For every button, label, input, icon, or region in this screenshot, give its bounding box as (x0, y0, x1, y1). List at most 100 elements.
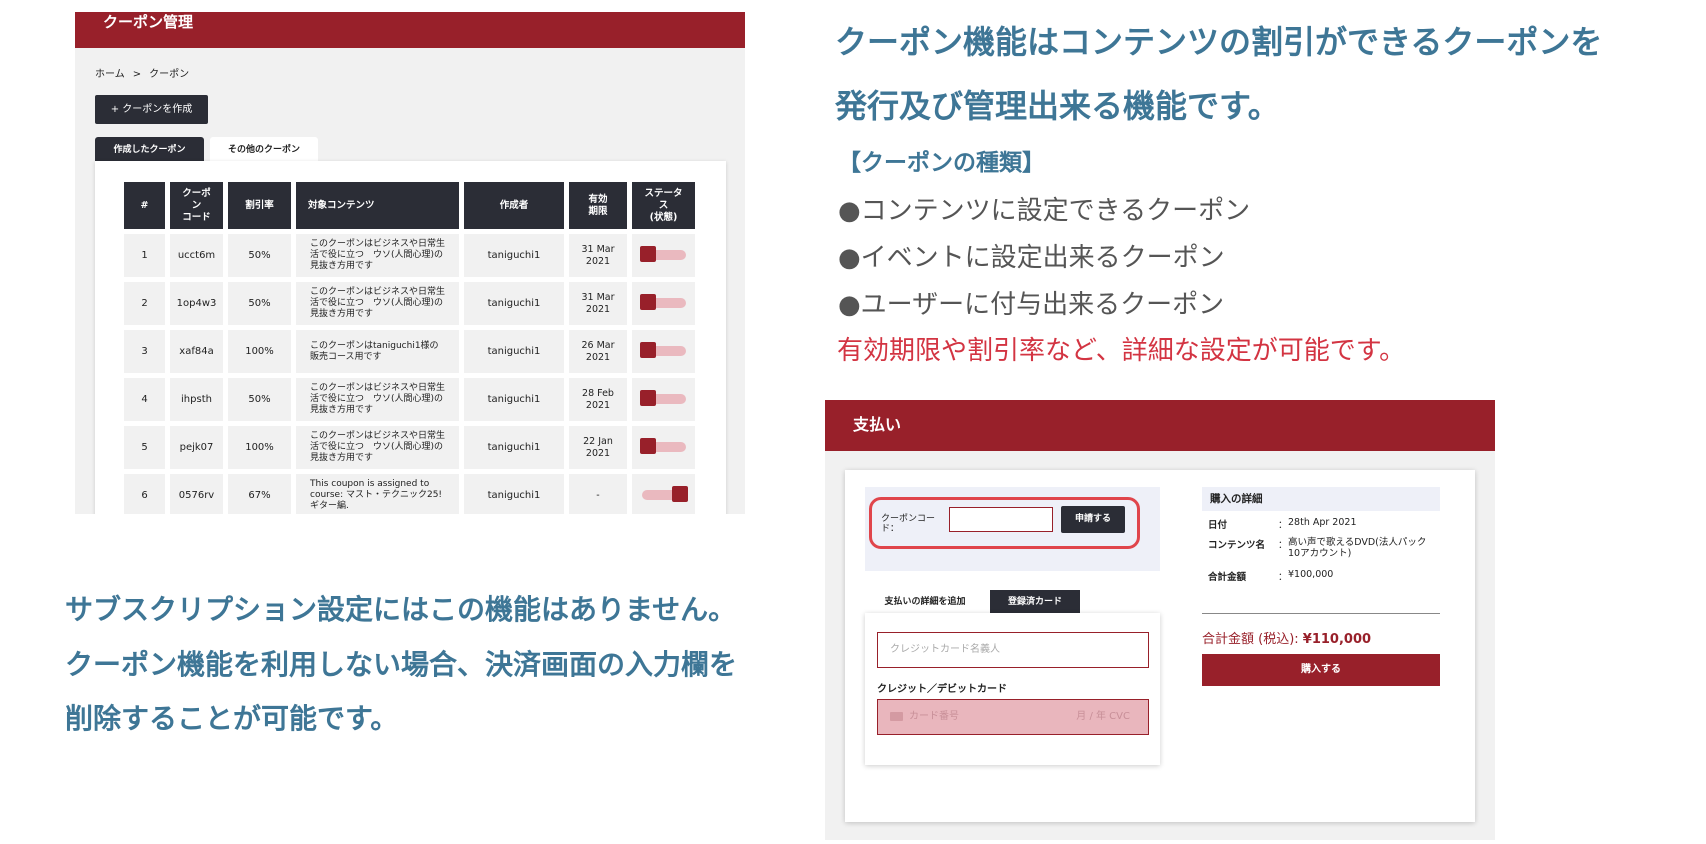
cell-author: taniguchi1 (464, 426, 564, 469)
table-row: 3 xaf84a 100% このクーポンはtaniguchi1様の販売コース用です ta… (124, 330, 695, 373)
coupon-admin-panel: クーポン管理 ホーム > クーポン + クーポンを作成 作成したクーポン その他のク… (75, 12, 745, 514)
toggle-knob (639, 246, 656, 262)
card-number-input[interactable]: カード番号 月 / 年 CVC (877, 699, 1149, 735)
tab-other-coupons[interactable]: その他のクーポン (210, 137, 318, 163)
cell-deadline: 31 Mar 2021 (569, 282, 627, 325)
subscription-note-line: クーポン機能を利用しない場合、決済画面の入力欄を (65, 648, 738, 681)
cell-author: taniguchi1 (464, 378, 564, 421)
cell-author: taniguchi1 (464, 282, 564, 325)
total-label: 合計金額 (1208, 572, 1247, 583)
cell-coupon-code: ihpsth (170, 378, 223, 421)
settings-note: 有効期限や割引率など、詳細な設定が可能です。 (837, 336, 1406, 366)
colon: ： (1278, 572, 1288, 583)
status-toggle[interactable] (639, 342, 686, 358)
date-label: 日付 (1208, 520, 1228, 531)
payment-form: クレジットカード名義人 クレジット／デビットカード カード番号 月 / 年 CV… (865, 613, 1160, 765)
col-header-status: ステータ ス (状態) (632, 182, 695, 229)
toggle-knob (639, 342, 656, 358)
cell-coupon-code: 0576rv (170, 474, 223, 514)
coupon-code-label: クーポンコード： (881, 514, 936, 534)
cell-number: 1 (124, 234, 165, 277)
detail-row-total: 合計金額 ： ¥100,000 (1202, 569, 1440, 583)
cell-coupon-code: ucct6m (170, 234, 223, 277)
content-name-value: 高い声で歌えるDVD(法人パック10アカウント) (1288, 537, 1427, 559)
table-row: 6 0576rv 67% This coupon is assigned to cou… (124, 474, 695, 514)
coupon-code-input[interactable] (949, 507, 1053, 532)
cardholder-name-input[interactable]: クレジットカード名義人 (877, 632, 1149, 668)
card-number-placeholder: カード番号 (909, 711, 959, 722)
status-toggle[interactable] (639, 390, 686, 406)
status-toggle[interactable] (639, 438, 686, 454)
create-coupon-button[interactable]: + クーポンを作成 (95, 95, 208, 124)
cell-target-content: このクーポンはビジネスや日常生活で役に立つ ウソ(人間心理)の見抜き方用です (296, 426, 459, 469)
total-with-tax: 合計金額 (税込): ¥110,000 (1202, 613, 1440, 660)
status-toggle[interactable] (639, 294, 686, 310)
breadcrumb-home[interactable]: ホーム (95, 69, 125, 80)
cell-deadline: - (569, 474, 627, 514)
status-toggle[interactable] (639, 246, 686, 262)
cell-number: 6 (124, 474, 165, 514)
headline-line-1: クーポン機能はコンテンツの割引ができるクーポンを (835, 23, 1603, 61)
purchase-button[interactable]: 購入する (1202, 654, 1440, 686)
col-header-content: 対象コンテンツ (296, 182, 459, 229)
toggle-knob (671, 486, 688, 502)
cell-target-content: This coupon is assigned to course: マスト・テ… (296, 474, 459, 514)
cell-status (632, 330, 695, 373)
table-row: 4 ihpsth 50% このクーポンはビジネスや日常生活で役に立つ ウソ(人間心理)… (124, 378, 695, 421)
subscription-note-line: 削除することが可能です。 (65, 702, 399, 735)
cell-coupon-code: pejk07 (170, 426, 223, 469)
cell-deadline: 28 Feb 2021 (569, 378, 627, 421)
coupon-type-item: ●イベントに設定出来るクーポン (838, 243, 1225, 273)
status-toggle[interactable] (641, 486, 688, 502)
cell-discount-rate: 67% (228, 474, 291, 514)
toggle-knob (639, 294, 656, 310)
colon: ： (1278, 540, 1288, 551)
payment-title: 支払い (825, 400, 1495, 451)
cell-status (632, 474, 695, 514)
col-header-author: 作成者 (464, 182, 564, 229)
total-value: ¥100,000 (1288, 569, 1334, 580)
breadcrumb-current: クーポン (149, 69, 190, 80)
colon: ： (1278, 520, 1288, 531)
cell-author: taniguchi1 (464, 474, 564, 514)
breadcrumb: ホーム > クーポン (95, 65, 189, 80)
total-tax-label: 合計金額 (税込): (1202, 632, 1299, 647)
coupon-table: # クーポ ン コード 割引率 対象コンテンツ 作成者 有効 期限 ステータ ス… (119, 177, 700, 514)
purchase-details: 購入の詳細 日付 ： 28th Apr 2021 コンテンツ名 ： 高い声で歌え… (1202, 487, 1440, 660)
cell-status (632, 282, 695, 325)
detail-row-content: コンテンツ名 ： 高い声で歌えるDVD(法人パック10アカウント) (1202, 537, 1440, 563)
toggle-knob (639, 438, 656, 454)
cell-discount-rate: 100% (228, 426, 291, 469)
tab-created-coupons[interactable]: 作成したクーポン (95, 137, 204, 163)
breadcrumb-separator: > (132, 69, 142, 80)
col-header-number: # (124, 182, 165, 229)
subscription-note-line: サブスクリプション設定にはこの機能はありません。 (65, 593, 737, 626)
col-header-code: クーポ ン コード (170, 182, 223, 229)
tab-add-payment-details[interactable]: 支払いの詳細を追加 (865, 590, 985, 614)
card-label: クレジット／デビットカード (877, 684, 1007, 695)
cell-discount-rate: 100% (228, 330, 291, 373)
cell-discount-rate: 50% (228, 282, 291, 325)
tab-saved-cards[interactable]: 登録済カード (990, 590, 1080, 614)
credit-card-icon (890, 711, 903, 721)
apply-coupon-button[interactable]: 申請する (1061, 506, 1125, 533)
payment-card: クーポンコード： 申請する 支払いの詳細を追加 登録済カード クレジットカード名… (845, 470, 1475, 822)
cell-target-content: このクーポンはビジネスや日常生活で役に立つ ウソ(人間心理)の見抜き方用です (296, 282, 459, 325)
cell-discount-rate: 50% (228, 378, 291, 421)
coupon-code-area: クーポンコード： 申請する (865, 487, 1160, 571)
cell-author: taniguchi1 (464, 234, 564, 277)
cell-status (632, 426, 695, 469)
coupon-types-title: 【クーポンの種類】 (838, 150, 1045, 176)
cell-deadline: 31 Mar 2021 (569, 234, 627, 277)
cell-target-content: このクーポンはtaniguchi1様の販売コース用です (296, 330, 459, 373)
coupon-type-item: ●ユーザーに付与出来るクーポン (838, 290, 1225, 320)
total-tax-value: ¥110,000 (1302, 632, 1372, 647)
coupon-table-card: # クーポ ン コード 割引率 対象コンテンツ 作成者 有効 期限 ステータ ス… (95, 161, 726, 514)
cell-status (632, 234, 695, 277)
cell-number: 5 (124, 426, 165, 469)
purchase-details-title: 購入の詳細 (1202, 487, 1440, 511)
cell-number: 2 (124, 282, 165, 325)
cell-target-content: このクーポンはビジネスや日常生活で役に立つ ウソ(人間心理)の見抜き方用です (296, 234, 459, 277)
page-title: クーポン管理 (75, 12, 745, 48)
cell-coupon-code: xaf84a (170, 330, 223, 373)
